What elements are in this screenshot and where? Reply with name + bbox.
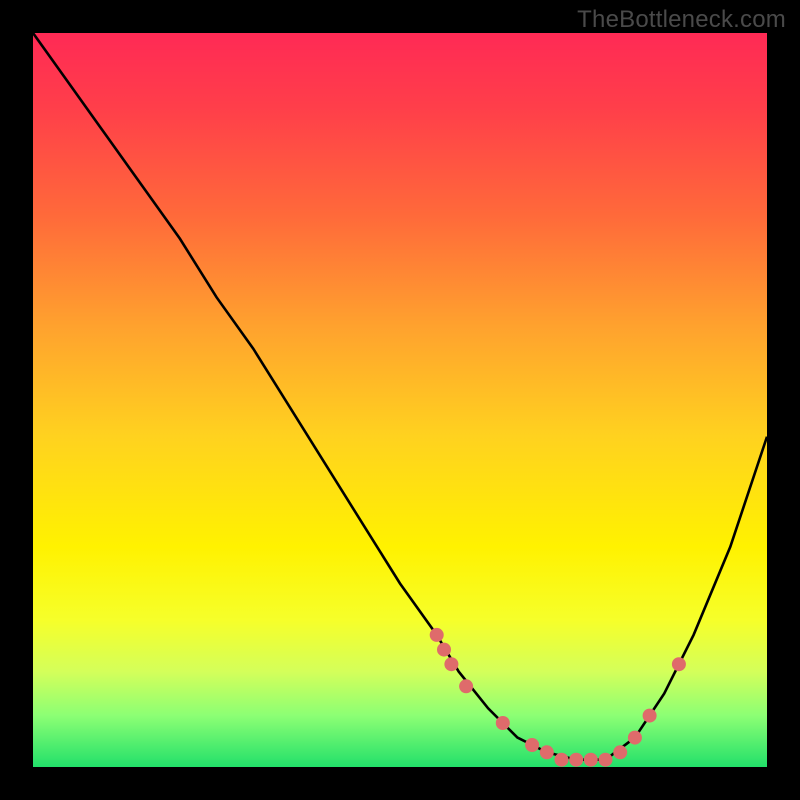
bottleneck-curve [33,33,767,760]
chart-frame: TheBottleneck.com [0,0,800,800]
marker-dot [496,716,510,730]
marker-dot [643,709,657,723]
marker-dot [599,753,613,767]
marker-dot [584,753,598,767]
plot-area [33,33,767,767]
marker-dot [628,731,642,745]
marker-dot [672,657,686,671]
marker-dot [555,753,569,767]
marker-dot [525,738,539,752]
marker-dot [459,679,473,693]
marker-dot [613,745,627,759]
marker-dot [540,745,554,759]
watermark-text: TheBottleneck.com [577,6,786,34]
marker-dot [437,643,451,657]
marker-dot [430,628,444,642]
highlight-dots [430,628,686,767]
chart-svg [33,33,767,767]
marker-dot [569,753,583,767]
marker-dot [444,657,458,671]
